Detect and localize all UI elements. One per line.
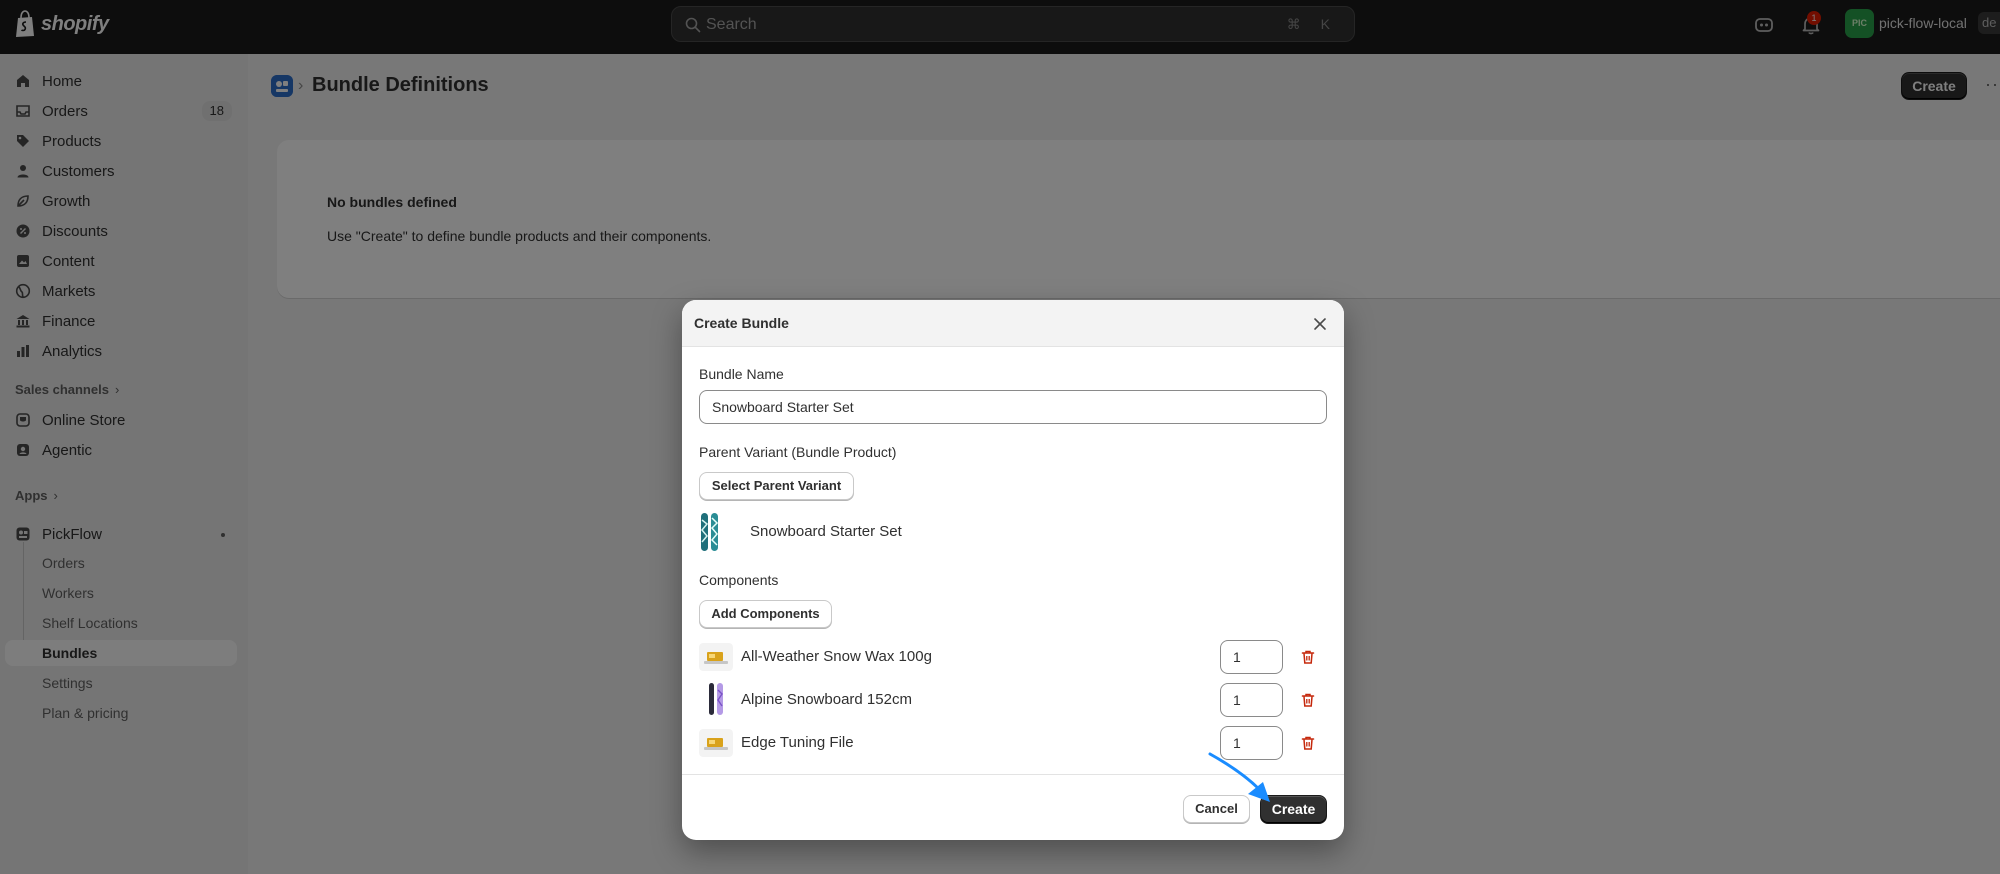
component-thumbnail [699, 729, 733, 757]
parent-variant-label: Parent Variant (Bundle Product) [699, 444, 897, 460]
component-quantity-input[interactable] [1220, 640, 1283, 674]
bundle-name-input[interactable] [699, 390, 1327, 424]
components-label: Components [699, 572, 779, 588]
component-quantity-input[interactable] [1220, 683, 1283, 717]
add-components-button[interactable]: Add Components [699, 600, 832, 628]
component-thumbnail [709, 683, 723, 715]
parent-product-thumbnail [701, 513, 719, 551]
modal-title: Create Bundle [694, 315, 789, 331]
delete-icon[interactable] [1300, 692, 1316, 708]
component-name: Alpine Snowboard 152cm [741, 691, 912, 708]
pointer-arrow-icon [1208, 752, 1270, 802]
parent-variant-name: Snowboard Starter Set [750, 523, 902, 540]
modal-header: Create Bundle [682, 300, 1344, 347]
component-name: Edge Tuning File [741, 734, 854, 751]
component-thumbnail [699, 643, 733, 671]
delete-icon[interactable] [1300, 735, 1316, 751]
close-icon[interactable] [1312, 316, 1328, 332]
component-name: All-Weather Snow Wax 100g [741, 648, 932, 665]
select-parent-variant-button[interactable]: Select Parent Variant [699, 472, 854, 500]
bundle-name-label: Bundle Name [699, 366, 784, 382]
delete-icon[interactable] [1300, 649, 1316, 665]
